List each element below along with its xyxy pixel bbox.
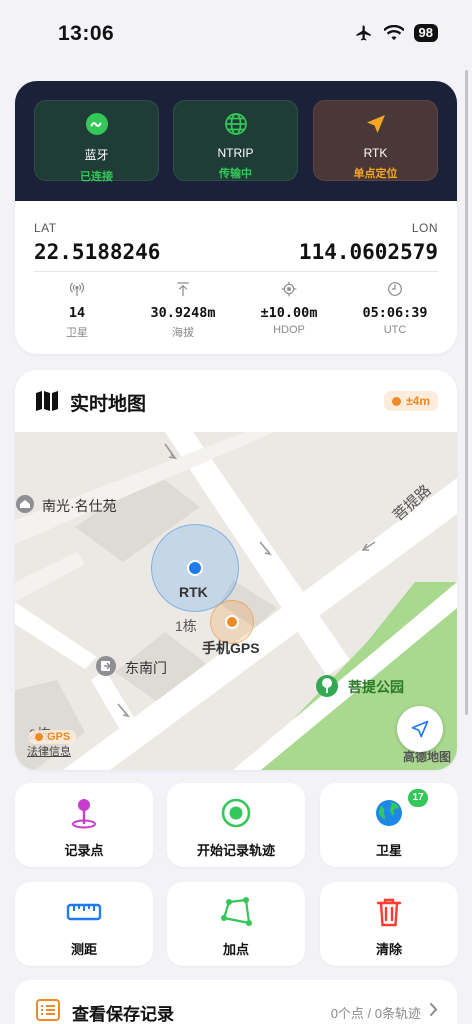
utc-label: UTC <box>383 324 407 336</box>
bluetooth-status: 已连接 <box>80 171 113 183</box>
status-bar: 13:06 98 <box>0 0 472 70</box>
add-point-button[interactable]: 加点 <box>167 882 305 966</box>
gate-southeast-label[interactable]: 东南门 <box>125 658 167 678</box>
stat-altitude: 30.9248m 海拔 <box>128 281 238 340</box>
utc-value: 05:06:39 <box>362 305 428 321</box>
map-icon <box>36 391 58 411</box>
rtk-marker[interactable] <box>187 560 203 576</box>
stat-satellites: 14 卫星 <box>22 281 132 340</box>
accuracy-dot <box>392 396 402 406</box>
status-icons: 98 <box>354 24 438 42</box>
globe-icon <box>224 113 247 135</box>
phone-gps-label: 手机GPS <box>202 640 260 656</box>
ntrip-tile[interactable]: NTRIP 传输中 <box>173 100 298 181</box>
accuracy-badge: ±4m <box>384 391 438 411</box>
gate-poi-icon[interactable] <box>95 655 117 677</box>
location-arrow-icon <box>366 115 385 133</box>
clear-button[interactable]: 清除 <box>320 882 458 966</box>
altitude-label: 海拔 <box>172 327 194 339</box>
airplane-icon <box>356 25 371 41</box>
satellite-count-badge: 17 <box>408 789 428 807</box>
start-track-label: 开始记录轨迹 <box>196 843 275 858</box>
gps-legend-label: GPS <box>47 731 71 743</box>
lat-label: LAT <box>34 221 57 235</box>
measure-distance-label: 测距 <box>70 942 97 957</box>
gps-legend-dot <box>35 733 43 741</box>
satellites-value: 14 <box>68 305 86 321</box>
hdop-label: HDOP <box>273 324 305 336</box>
start-track-button[interactable]: 开始记录轨迹 <box>167 783 305 867</box>
list-icon <box>36 999 60 1021</box>
records-title: 查看保存记录 <box>72 1005 174 1024</box>
record-point-button[interactable]: 记录点 <box>15 783 153 867</box>
satellites-label-btn: 卫星 <box>375 843 402 858</box>
satellites-label: 卫星 <box>66 327 88 339</box>
locate-me-button[interactable] <box>397 706 443 752</box>
trash-icon <box>376 898 402 927</box>
stat-utc: 05:06:39 UTC <box>340 281 450 336</box>
rtk-title: RTK <box>363 146 388 160</box>
map-header: 实时地图 ±4m <box>15 370 457 432</box>
gps-legend: GPS <box>29 730 77 744</box>
park-poi-icon[interactable] <box>315 674 339 698</box>
antenna-icon <box>69 282 85 297</box>
altitude-arrow-icon <box>177 282 189 297</box>
altitude-value: 30.9248m <box>150 305 216 321</box>
phone-gps-marker[interactable] <box>225 615 239 629</box>
map-view[interactable]: 南光·名仕苑 菩提路 RTK 1栋 手机GPS 东南门 菩提公园 2栋 GPS … <box>15 432 457 770</box>
stat-hdop: ±10.00m HDOP <box>234 281 344 336</box>
clear-label: 清除 <box>375 942 402 957</box>
crosshair-icon <box>281 281 297 297</box>
rtk-status: 单点定位 <box>353 168 398 180</box>
bluetooth-tile[interactable]: 蓝牙 已连接 <box>34 100 159 183</box>
wifi-icon <box>383 25 404 41</box>
park-puti-label[interactable]: 菩提公园 <box>348 677 404 697</box>
earth-icon <box>376 800 402 826</box>
lat-value: 22.5188246 <box>34 240 161 264</box>
legal-info-link[interactable]: 法律信息 <box>27 743 71 759</box>
accuracy-text: ±4m <box>406 394 430 408</box>
navigation-arrow-icon <box>411 720 429 738</box>
add-point-label: 加点 <box>222 942 249 957</box>
saved-records-row[interactable]: 查看保存记录 0个点 / 0条轨迹 <box>15 980 457 1024</box>
hdop-value: ±10.00m <box>260 305 318 321</box>
scrollbar[interactable] <box>465 70 468 715</box>
ntrip-title: NTRIP <box>217 146 254 160</box>
map-card: 实时地图 ±4m 南光·名仕苑 菩提路 RTK 1栋 手机GPS 东南门 菩提公… <box>15 370 457 770</box>
lon-value: 114.0602579 <box>298 240 438 264</box>
polygon-icon <box>221 897 252 926</box>
record-icon <box>221 798 251 828</box>
status-time: 13:06 <box>58 22 115 45</box>
rtk-tile[interactable]: RTK 单点定位 <box>313 100 438 181</box>
connection-panel: 蓝牙 已连接 NTRIP 传输中 RTK 单点定位 <box>15 81 457 201</box>
record-point-label: 记录点 <box>64 843 104 858</box>
satellites-button[interactable]: 卫星 17 <box>320 783 458 867</box>
battery-level: 98 <box>413 24 438 42</box>
pin-icon <box>72 799 96 829</box>
map-title: 实时地图 <box>70 394 147 415</box>
residence-poi-icon[interactable] <box>15 494 35 514</box>
lon-label: LON <box>411 221 438 235</box>
measure-distance-button[interactable]: 测距 <box>15 882 153 966</box>
bluetooth-connected-icon <box>85 113 108 135</box>
bluetooth-title: 蓝牙 <box>84 148 109 162</box>
ruler-icon <box>66 903 102 921</box>
clock-icon <box>388 282 402 296</box>
rtk-marker-label: RTK <box>179 584 208 600</box>
building-1-label: 1栋 <box>175 618 197 634</box>
divider <box>34 271 438 272</box>
poi-nanguang-label[interactable]: 南光·名仕苑 <box>42 496 117 516</box>
ntrip-status: 传输中 <box>219 168 252 180</box>
gps-status-card: 蓝牙 已连接 NTRIP 传输中 RTK 单点定位 LAT LON 22.518… <box>15 81 457 354</box>
records-summary: 0个点 / 0条轨迹 <box>330 1006 421 1021</box>
chevron-right-icon <box>430 1003 438 1016</box>
